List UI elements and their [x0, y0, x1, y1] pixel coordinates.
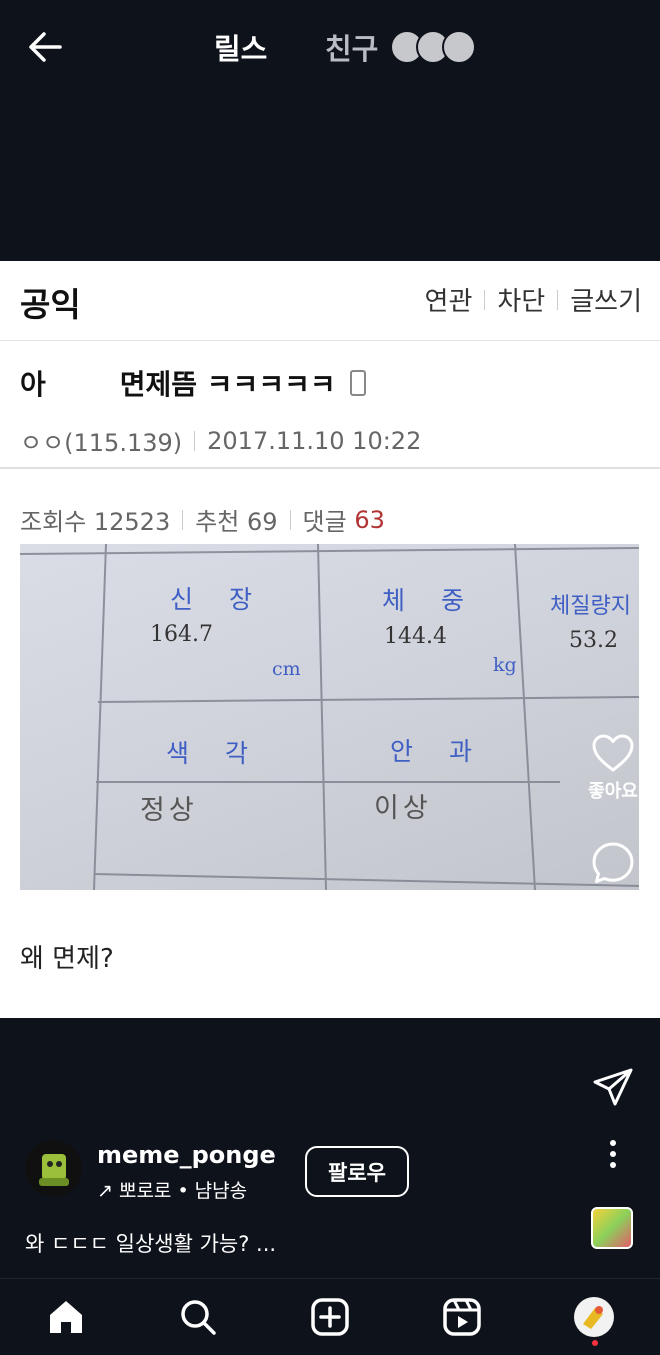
photo-weight-value: 144.4 [384, 624, 447, 649]
photo-height-unit: cm [272, 658, 301, 680]
send-paper-plane-icon [593, 1068, 633, 1106]
like-button[interactable]: 좋아요 [585, 733, 641, 803]
follow-button[interactable]: 팔로우 [305, 1146, 409, 1197]
repost-button[interactable]: 268 [585, 952, 641, 1021]
heart-icon [592, 734, 634, 772]
profile-avatar-icon[interactable] [573, 1296, 615, 1338]
tab-friends[interactable]: 친구 [325, 26, 378, 68]
audio-thumbnail[interactable] [591, 1207, 633, 1249]
user-avatar[interactable] [25, 1140, 82, 1197]
share-button[interactable] [585, 1065, 641, 1109]
photo-table-lines [20, 544, 639, 890]
post-body: 왜 면제? [20, 944, 114, 974]
board-link-write: 글쓰기 [570, 287, 642, 317]
comments-label: 댓글 [302, 508, 347, 536]
divider [557, 289, 559, 310]
photo-height-value: 164.7 [150, 622, 213, 647]
board-name: 공익 [20, 285, 81, 324]
board-link-block: 차단 [497, 287, 546, 317]
photo-bodyfat-value: 53.2 [569, 628, 618, 653]
photo-eye-value: 이상 [374, 793, 432, 824]
board-link-related: 연관 [424, 287, 473, 317]
comment-count: 859 [594, 889, 632, 910]
friend-avatars[interactable] [390, 30, 480, 66]
post-title: 아 면제뜸 ㅋㅋㅋㅋㅋ [20, 363, 366, 403]
post-stats: 조회수 12523 추천 69 댓글 63 [20, 502, 385, 537]
recommend-count: 추천 69 [195, 508, 278, 536]
divider [194, 430, 196, 451]
post-header: 아 면제뜸 ㅋㅋㅋㅋㅋ ㅇㅇ(115.139) 2017.11.10 10:22 [0, 341, 660, 469]
post-title-part1: 아 [20, 368, 46, 401]
comment-bubble-icon [592, 842, 634, 883]
tab-reels[interactable]: 릴스 [214, 26, 267, 68]
home-icon[interactable] [46, 1297, 86, 1337]
post-title-part2: 면제뜸 ㅋㅋㅋㅋㅋ [119, 368, 336, 401]
post-author: ㅇㅇ(115.139) [20, 429, 183, 457]
friend-avatar [442, 30, 476, 64]
sponge-avatar-icon [39, 1154, 69, 1186]
divider [182, 509, 184, 530]
repost-count: 268 [594, 1000, 632, 1021]
photo-eye-label: 안 과 [390, 737, 486, 766]
caption[interactable]: 와 ㄷㄷㄷ 일상생활 가능? ... [25, 1228, 276, 1258]
divider [289, 509, 291, 530]
like-label: 좋아요 [588, 781, 638, 802]
photo-height-label: 신 장 [170, 585, 266, 614]
search-icon[interactable] [178, 1297, 218, 1337]
photo-color-label: 색 각 [166, 739, 262, 768]
post-datetime: 2017.11.10 10:22 [207, 426, 422, 455]
views-count: 조회수 12523 [20, 508, 171, 536]
board-links: 연관 차단 글쓰기 [425, 281, 642, 318]
comment-button[interactable]: 859 [585, 841, 641, 910]
create-post-icon[interactable] [310, 1297, 350, 1337]
notification-dot [592, 1340, 598, 1346]
comments-count: 63 [354, 505, 385, 534]
reel-video-content[interactable]: 공익 연관 차단 글쓰기 아 면제뜸 ㅋㅋㅋㅋㅋ ㅇㅇ(115.139) 201… [0, 261, 660, 1018]
photo-weight-unit: kg [493, 654, 517, 676]
more-options-button[interactable] [585, 1137, 641, 1171]
more-vertical-icon [610, 1140, 616, 1168]
repost-icon [597, 953, 629, 995]
board-header: 공익 연관 차단 글쓰기 [0, 261, 660, 341]
photo-weight-label: 체 중 [382, 586, 478, 615]
photo-color-value: 정상 [140, 795, 198, 826]
reels-icon[interactable] [442, 1297, 482, 1337]
photo-bodyfat-label: 체질량지 [550, 594, 631, 619]
top-bar: 릴스 친구 [0, 0, 660, 95]
post-meta: ㅇㅇ(115.139) 2017.11.10 10:22 [20, 423, 421, 458]
post-photo: 신 장 164.7 cm 체 중 144.4 kg 체질량지 53.2 색 각 … [20, 544, 639, 890]
divider [484, 289, 486, 310]
back-arrow-icon[interactable] [24, 26, 66, 68]
mobile-phone-icon [349, 370, 366, 396]
audio-track[interactable]: ↗ 뽀로로 • 냠냠송 [97, 1176, 247, 1203]
reels-screen: 릴스 친구 공익 연관 차단 글쓰기 아 면제뜸 ㅋㅋㅋㅋㅋ ㅇㅇ(115.13… [0, 0, 660, 1355]
bottom-nav [0, 1278, 660, 1355]
username[interactable]: meme_ponge [97, 1141, 276, 1169]
